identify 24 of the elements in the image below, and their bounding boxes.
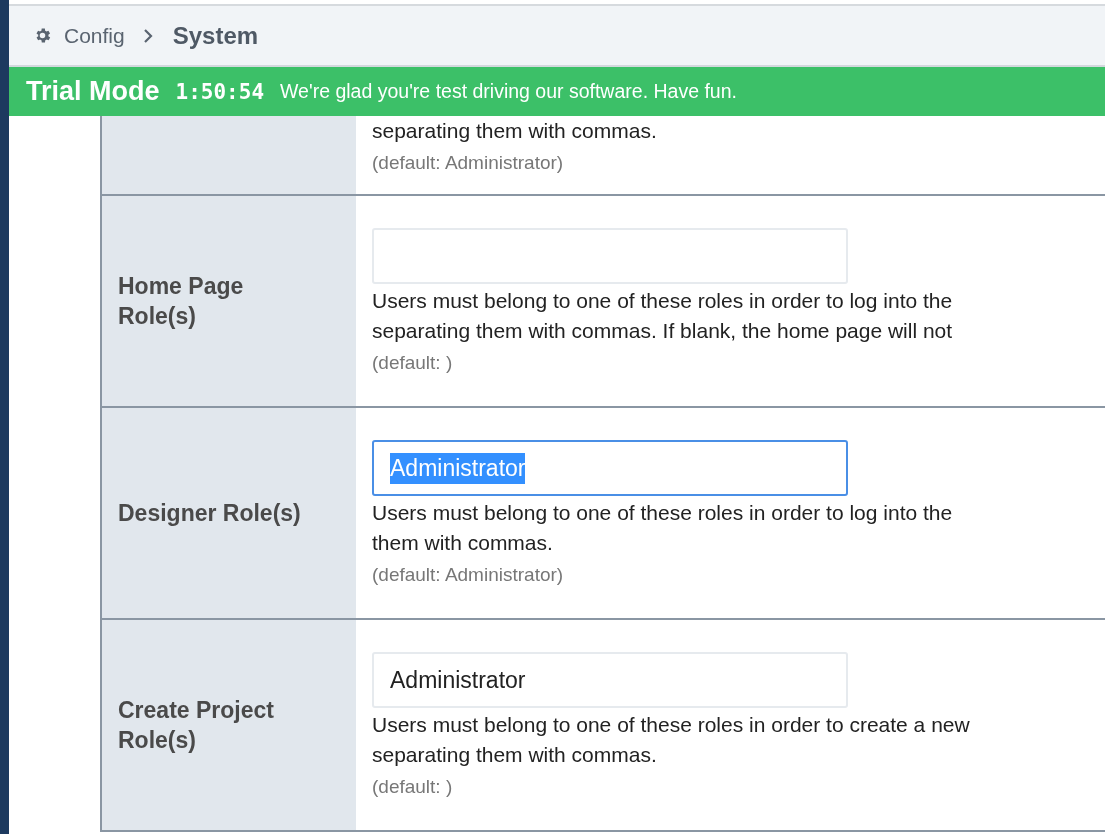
help-text: Users must belong to one of these roles in order to log into the bbox=[372, 288, 954, 314]
help-text: Users must belong to one of these roles in order to create a new bbox=[372, 712, 971, 738]
page-title: System bbox=[172, 21, 259, 50]
help-text: separating them with commas. If blank, the home page will not bbox=[372, 318, 954, 344]
default-note: (default: Administrator) bbox=[372, 564, 565, 586]
default-note: (default: ) bbox=[372, 776, 454, 798]
setting-label: Home Page Role(s) bbox=[118, 272, 245, 331]
help-text: them with commas. bbox=[372, 530, 554, 556]
input-field[interactable] bbox=[372, 228, 848, 284]
banner-title: Trial Mode bbox=[26, 76, 160, 107]
setting-label: Designer Role(s) bbox=[118, 499, 302, 528]
banner-message: We're glad you're test driving our software. Have fun. bbox=[280, 80, 737, 103]
help-text: separating them with commas. bbox=[372, 118, 658, 144]
input-field[interactable]: Administrator bbox=[372, 440, 848, 496]
default-note: (default: Administrator) bbox=[372, 152, 565, 174]
help-text: Users must belong to one of these roles in order to log into the bbox=[372, 500, 954, 526]
default-note: (default: ) bbox=[372, 352, 454, 374]
chevron-icon bbox=[142, 27, 153, 44]
help-text: separating them with commas. bbox=[372, 742, 658, 768]
countdown-timer: 1:50:54 bbox=[175, 79, 265, 104]
selected-text: Administrator bbox=[390, 452, 526, 484]
breadcrumb-link[interactable]: Config bbox=[64, 23, 125, 48]
setting-label: Create Project Role(s) bbox=[118, 696, 275, 755]
input-field[interactable]: Administrator bbox=[372, 652, 848, 708]
